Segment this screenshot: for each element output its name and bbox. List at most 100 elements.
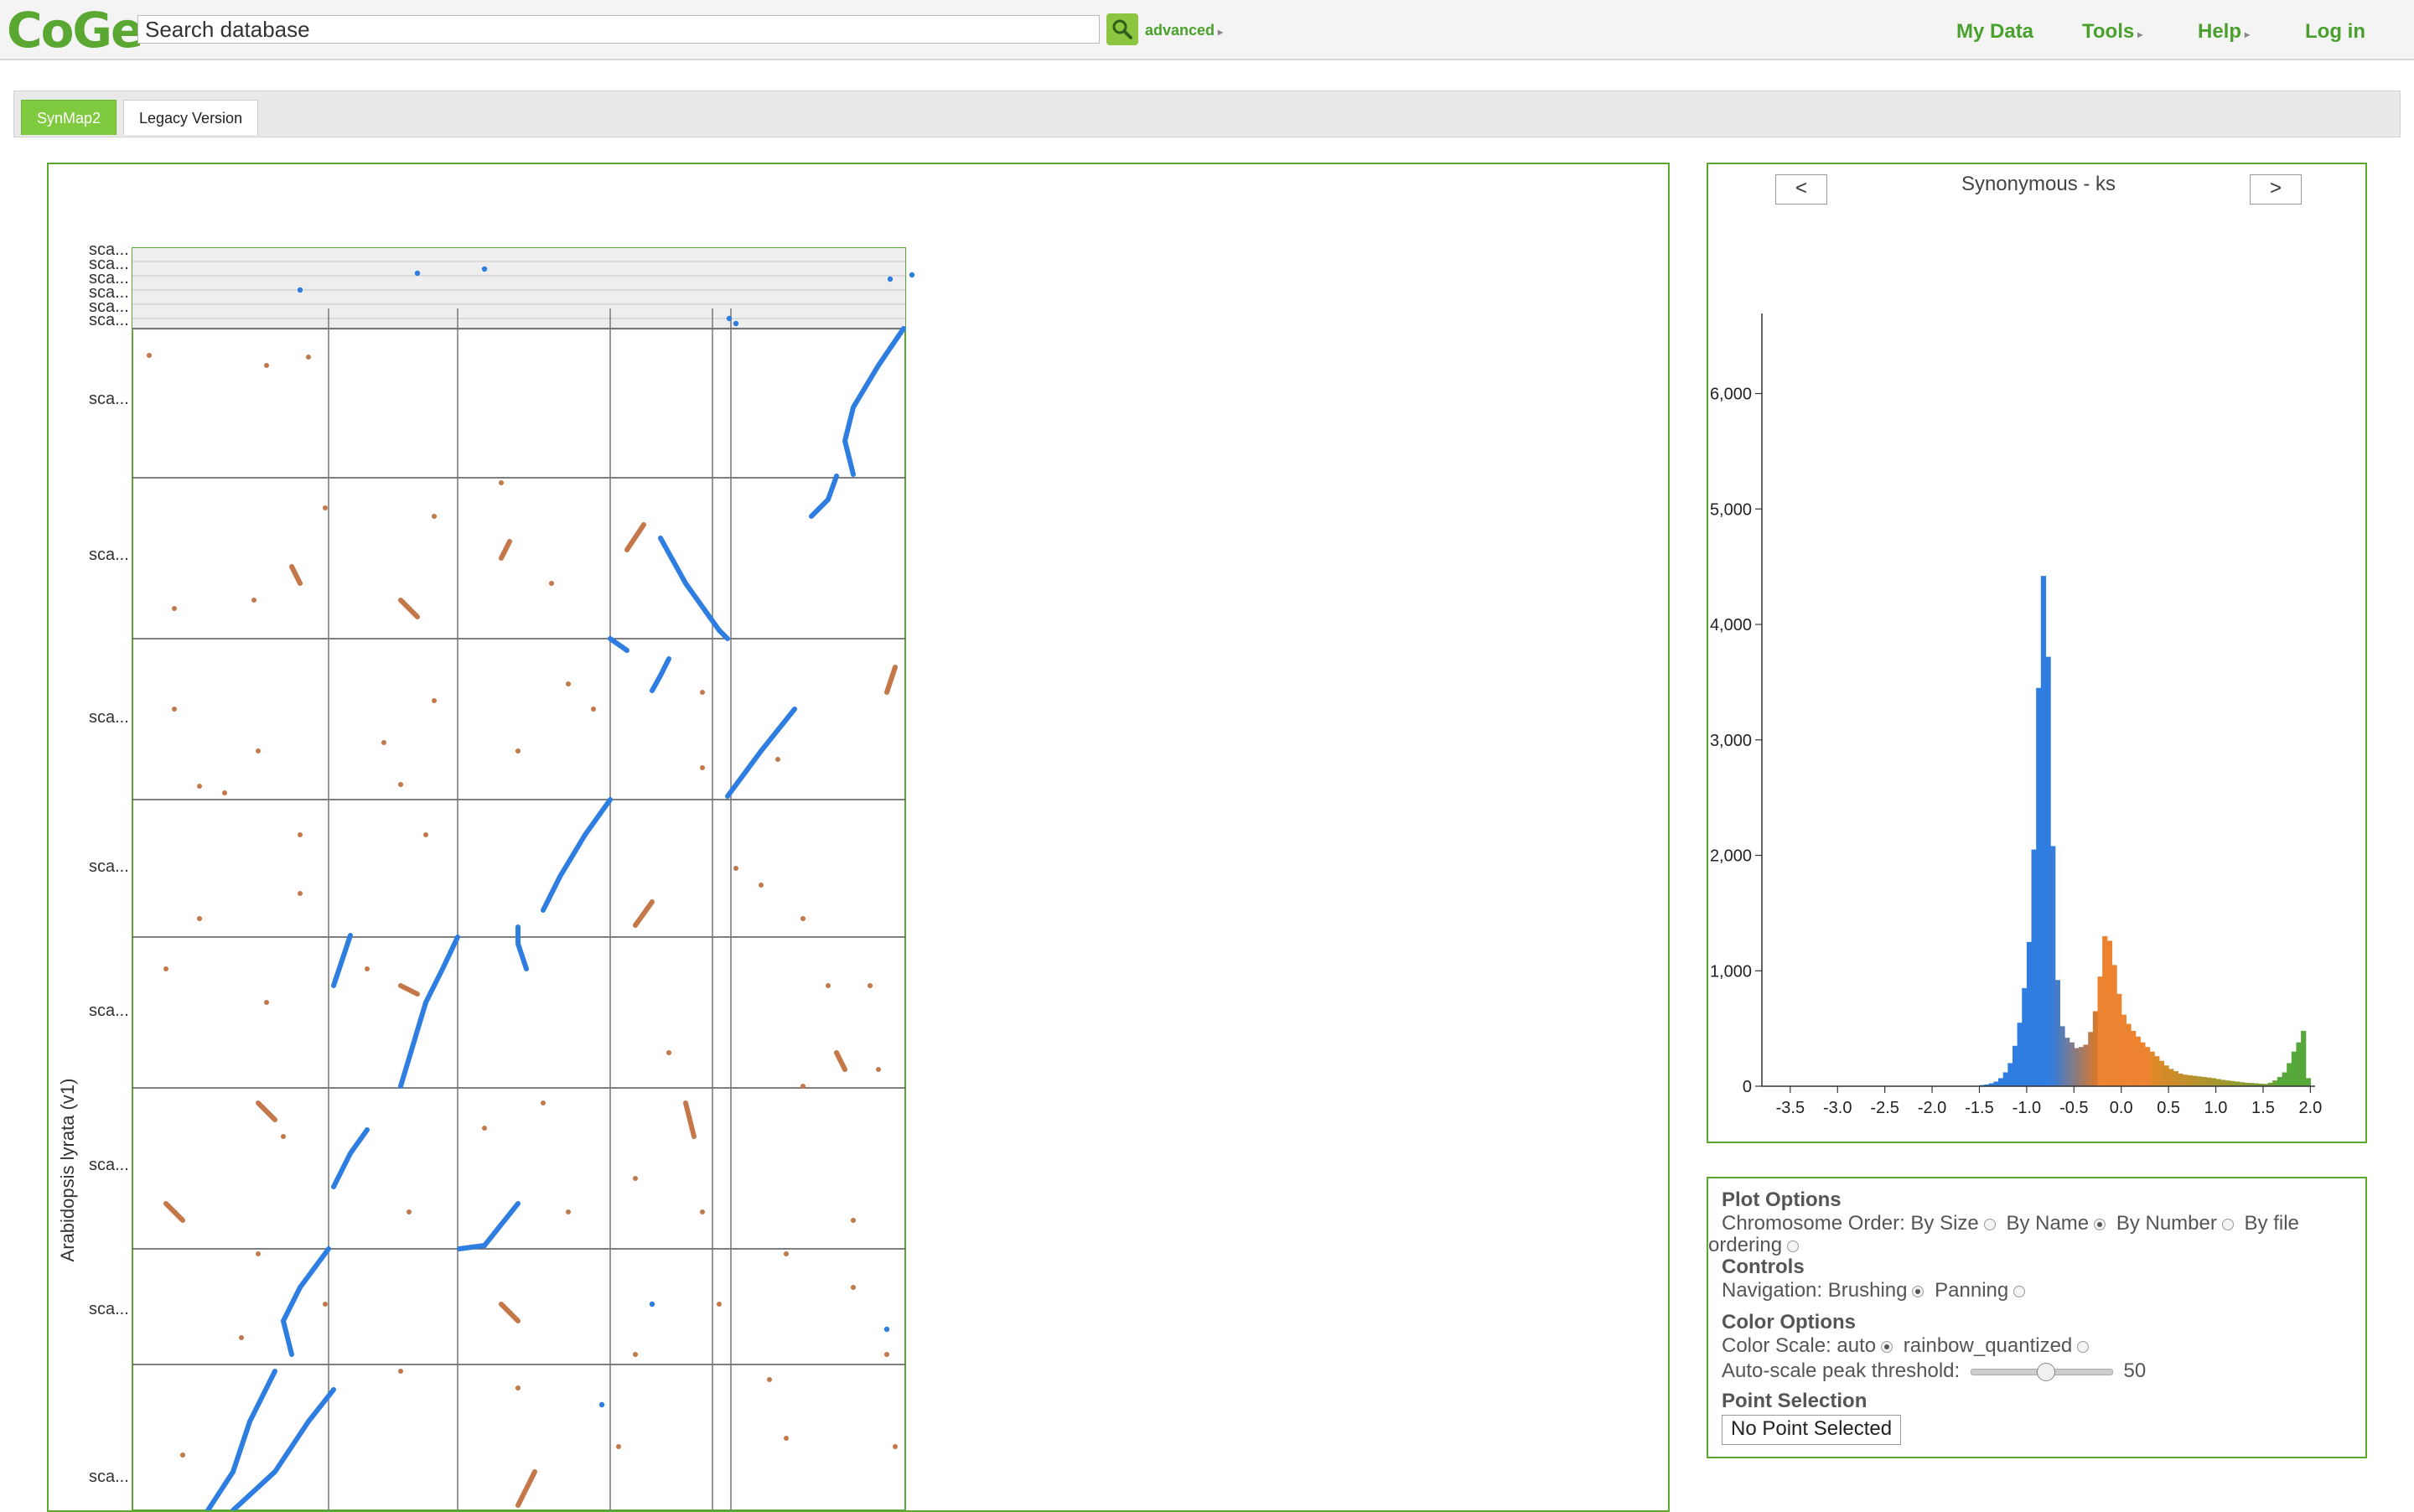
panning-radio[interactable]	[2013, 1285, 2026, 1297]
synteny-point[interactable]	[759, 883, 764, 888]
histogram-bar[interactable]	[2272, 1080, 2278, 1086]
synteny-point[interactable]	[281, 1134, 286, 1139]
histogram-bar[interactable]	[2007, 1063, 2013, 1086]
histogram-bar[interactable]	[2277, 1076, 2283, 1086]
synteny-point[interactable]	[876, 1067, 881, 1072]
histogram-bar[interactable]	[2296, 1042, 2302, 1086]
synteny-point[interactable]	[598, 1401, 605, 1408]
synteny-point[interactable]	[414, 270, 421, 277]
histogram-bar[interactable]	[2210, 1078, 2217, 1086]
by-size-radio[interactable]	[1983, 1218, 1996, 1230]
synteny-point[interactable]	[264, 363, 269, 368]
synteny-point[interactable]	[700, 690, 705, 695]
histogram-bar[interactable]	[2069, 1042, 2075, 1086]
synteny-point[interactable]	[733, 320, 739, 327]
histogram-bar[interactable]	[2054, 980, 2060, 1086]
histogram-bar[interactable]	[2031, 849, 2037, 1086]
synteny-point[interactable]	[239, 1335, 244, 1340]
histogram-bar[interactable]	[2230, 1080, 2235, 1086]
nav-tools[interactable]: Tools ▸	[2082, 20, 2142, 44]
histogram-bar[interactable]	[2187, 1074, 2193, 1086]
synteny-point[interactable]	[591, 707, 596, 712]
histogram-bar[interactable]	[2163, 1065, 2169, 1086]
synteny-point[interactable]	[700, 765, 705, 770]
synteny-point[interactable]	[515, 1385, 521, 1390]
search-button[interactable]	[1106, 13, 1138, 45]
synteny-point[interactable]	[726, 315, 733, 322]
histogram-bar[interactable]	[2050, 846, 2056, 1086]
synteny-point[interactable]	[323, 1302, 328, 1307]
histogram-bar[interactable]	[2183, 1074, 2189, 1086]
histogram-bar[interactable]	[2017, 1023, 2023, 1086]
nav-log-in[interactable]: Log in	[2305, 20, 2365, 44]
histogram-bar[interactable]	[2026, 941, 2033, 1086]
synteny-point[interactable]	[163, 966, 168, 971]
histogram-bar[interactable]	[2301, 1030, 2307, 1086]
histogram-bar[interactable]	[2178, 1073, 2183, 1086]
synteny-point[interactable]	[365, 966, 370, 971]
histogram-bar[interactable]	[2074, 1048, 2080, 1086]
tab-legacy-version[interactable]: Legacy Version	[123, 100, 259, 135]
synteny-point[interactable]	[180, 1452, 185, 1458]
histogram-bar[interactable]	[2144, 1047, 2151, 1086]
synteny-point[interactable]	[323, 505, 328, 510]
histogram-bar[interactable]	[2154, 1056, 2160, 1086]
histogram-bar[interactable]	[2149, 1051, 2155, 1086]
histogram-bar[interactable]	[2116, 993, 2122, 1086]
slider-thumb[interactable]	[2036, 1362, 2055, 1381]
dotplot-canvas[interactable]: sca... sca... sca... sca... sca... sca... sca.…	[49, 164, 1668, 1510]
synteny-point[interactable]	[800, 916, 806, 921]
histogram-bar[interactable]	[2045, 656, 2051, 1086]
synteny-point[interactable]	[381, 740, 386, 745]
peak-threshold-slider[interactable]	[1970, 1362, 2113, 1381]
nav-my-data[interactable]: My Data	[1956, 20, 2033, 44]
synteny-point[interactable]	[197, 784, 202, 789]
nav-help[interactable]: Help ▸	[2198, 20, 2250, 44]
histogram-bar[interactable]	[2036, 687, 2042, 1086]
synteny-point[interactable]	[251, 598, 256, 603]
synteny-point[interactable]	[868, 983, 873, 988]
histogram-bar[interactable]	[2305, 1078, 2311, 1086]
histogram-bar[interactable]	[2225, 1080, 2231, 1086]
synteny-point[interactable]	[256, 748, 261, 753]
histogram-bar[interactable]	[2083, 1044, 2089, 1086]
synteny-point[interactable]	[616, 1444, 621, 1449]
synteny-point[interactable]	[515, 748, 521, 753]
synteny-point[interactable]	[147, 353, 152, 358]
histogram-bar[interactable]	[2040, 576, 2047, 1086]
histogram-bar[interactable]	[2092, 1011, 2099, 1086]
synteny-point[interactable]	[784, 1251, 789, 1256]
synteny-point[interactable]	[633, 1352, 638, 1357]
synteny-point[interactable]	[398, 1369, 403, 1374]
synteny-point[interactable]	[432, 698, 437, 703]
histogram-bar[interactable]	[2215, 1079, 2221, 1086]
synteny-point[interactable]	[633, 1176, 638, 1181]
histogram-bar[interactable]	[2140, 1042, 2146, 1086]
histogram-bar[interactable]	[2135, 1036, 2141, 1086]
histogram-bar[interactable]	[2287, 1063, 2292, 1086]
coge-logo[interactable]: CoGe	[7, 2, 143, 59]
histogram-bar[interactable]	[2291, 1051, 2297, 1086]
by-number-radio[interactable]	[2221, 1218, 2234, 1230]
histogram-bar[interactable]	[2064, 1038, 2070, 1086]
by-file-ordering-radio[interactable]	[1787, 1240, 1800, 1252]
synteny-point[interactable]	[549, 581, 554, 586]
rainbow-quantized-radio[interactable]	[2077, 1340, 2090, 1353]
synteny-point[interactable]	[256, 1251, 261, 1256]
histogram-bar[interactable]	[2282, 1072, 2287, 1086]
by-name-radio[interactable]	[2094, 1218, 2106, 1230]
tab-synmap2[interactable]: SynMap2	[21, 100, 117, 135]
ks-histogram[interactable]: -3.5 -3.0 -2.5 -2.0 -1.5 -1.0 -0.5 0.0 0.5 1.0 1.5…	[1708, 164, 2365, 1142]
synteny-point[interactable]	[423, 832, 428, 837]
synteny-point[interactable]	[884, 1352, 889, 1357]
histogram-bar[interactable]	[2002, 1072, 2008, 1086]
histogram-bar[interactable]	[2012, 1045, 2018, 1086]
histogram-bar[interactable]	[1998, 1078, 2004, 1086]
synteny-point[interactable]	[717, 1302, 722, 1307]
synteny-point[interactable]	[222, 790, 227, 795]
histogram-bar[interactable]	[2088, 1032, 2094, 1086]
synteny-point[interactable]	[172, 606, 177, 611]
synteny-point[interactable]	[883, 1326, 890, 1333]
histogram-bar[interactable]	[2192, 1075, 2198, 1086]
histogram-bar[interactable]	[2173, 1071, 2179, 1086]
